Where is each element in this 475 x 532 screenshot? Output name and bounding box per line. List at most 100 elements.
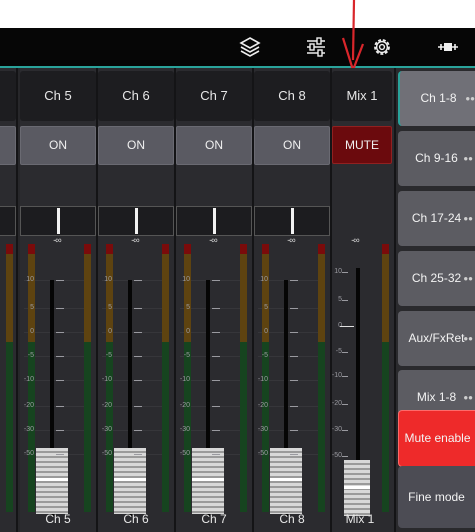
mix-fader-tick	[342, 376, 348, 377]
fader-scale-label: 0	[264, 328, 268, 335]
fader-knob[interactable]	[36, 448, 68, 514]
side-menu-aux-fxret[interactable]: Aux/FxRet ●●	[398, 311, 475, 366]
mix-scale-label: 10	[334, 268, 342, 275]
fader-tick	[290, 280, 298, 281]
fader-tick	[134, 380, 142, 381]
fader-scale-label: 5	[108, 304, 112, 311]
fader-tick	[56, 356, 64, 357]
fader-scale-label: -10	[179, 376, 190, 383]
toolbar	[0, 28, 475, 66]
mix-fader-tick	[340, 326, 354, 327]
mute-enable-button[interactable]: Mute enable	[398, 410, 475, 467]
level-readout: -∞	[209, 235, 217, 245]
side-menu-ch1-8[interactable]: Ch 1-8 ●●	[398, 71, 475, 126]
fader-scale-label: -30	[23, 426, 34, 433]
fader-tick	[212, 380, 220, 381]
fader-tick	[56, 454, 64, 455]
level-meter-partial	[6, 244, 13, 512]
level-meter	[162, 244, 169, 512]
fader-tick	[134, 454, 142, 455]
pan-control[interactable]	[176, 206, 252, 236]
fader-knob[interactable]	[114, 448, 146, 514]
layers-icon[interactable]	[237, 34, 263, 60]
channel-bottom-label: Ch 5	[45, 512, 71, 526]
fader-scale-label: 5	[264, 304, 268, 311]
fader-tick	[134, 308, 142, 309]
level-readout: -∞	[287, 235, 295, 245]
mute-button[interactable]: MUTE	[332, 126, 392, 164]
pan-control-partial[interactable]	[0, 206, 16, 236]
on-button-partial[interactable]	[0, 126, 16, 165]
fader-scale-label: -50	[101, 450, 112, 457]
level-readout: -∞	[131, 235, 139, 245]
side-menu-ch25-32[interactable]: Ch 25-32 ●●	[398, 251, 475, 306]
level-meter	[318, 244, 325, 512]
on-button[interactable]: ON	[98, 126, 174, 165]
fader-tick	[290, 356, 298, 357]
pan-control[interactable]	[98, 206, 174, 236]
fader-scale-label: -50	[257, 450, 268, 457]
fader-tick	[290, 430, 298, 431]
mix-level-readout: -∞	[351, 235, 359, 245]
channel-label[interactable]: Ch 7	[176, 71, 252, 121]
fader-scale-label: -30	[179, 426, 190, 433]
channel-label[interactable]: Ch 5	[20, 71, 96, 121]
fader-tick	[134, 280, 142, 281]
mix-scale-label: -5	[335, 348, 342, 355]
connector-icon[interactable]	[435, 34, 461, 60]
fader-tick	[56, 332, 64, 333]
mix-scale-label: -30	[331, 426, 342, 433]
fader-scale-label: -5	[261, 352, 268, 359]
fader-scale-label: -5	[183, 352, 190, 359]
fader-knob[interactable]	[270, 448, 302, 514]
fader-knob[interactable]	[192, 448, 224, 514]
fader-scale-label: -20	[101, 402, 112, 409]
pan-control[interactable]	[20, 206, 96, 236]
mix-scale-label: -10	[331, 372, 342, 379]
fader-scale-label: -30	[101, 426, 112, 433]
mix-fader-tick	[342, 404, 348, 405]
fader-scale-label: -30	[257, 426, 268, 433]
fader-scale-label: 10	[182, 276, 190, 283]
channel-label[interactable]: Ch 8	[254, 71, 330, 121]
mix-scale-label: -20	[331, 400, 342, 407]
fader-tick	[134, 356, 142, 357]
fader-tick	[290, 308, 298, 309]
on-button[interactable]: ON	[20, 126, 96, 165]
fader-scale-label: 10	[104, 276, 112, 283]
fine-mode-button[interactable]: Fine mode	[398, 466, 475, 528]
channel-strip-ch7: Ch 7 ON -∞ Ch 7 10 5 0 -5 -10 -20 -30 -50	[176, 68, 254, 532]
fader-tick	[290, 406, 298, 407]
fader-scale-label: -10	[101, 376, 112, 383]
fader-scale-label: -5	[27, 352, 34, 359]
fader-scale-label: -5	[105, 352, 112, 359]
mix-strip: Mix 1 MUTE -∞ Mix 1 1050-5-10-20-30-50	[332, 68, 396, 532]
fader-tick	[56, 280, 64, 281]
gear-icon[interactable]	[369, 34, 395, 60]
fader-tick	[290, 380, 298, 381]
mix-scale-label: 5	[338, 296, 342, 303]
side-menu-ch9-16[interactable]: Ch 9-16 ●●	[398, 131, 475, 186]
fader-scale-label: -10	[257, 376, 268, 383]
sliders-icon[interactable]	[303, 34, 329, 60]
side-menu: Ch 1-8 ●● Ch 9-16 ●● Ch 17-24 ●● Ch 25-32 ●●…	[396, 68, 475, 532]
channel-label[interactable]: Ch 6	[98, 71, 174, 121]
channel-strip-ch8: Ch 8 ON -∞ Ch 8 10 5 0 -5 -10 -20 -30 -50	[254, 68, 332, 532]
fader-scale-label: -20	[179, 402, 190, 409]
on-button[interactable]: ON	[176, 126, 252, 165]
mix-fader-tick	[342, 430, 348, 431]
fader-tick	[212, 332, 220, 333]
side-menu-ch17-24[interactable]: Ch 17-24 ●●	[398, 191, 475, 246]
pan-control[interactable]	[254, 206, 330, 236]
on-button[interactable]: ON	[254, 126, 330, 165]
mix-label[interactable]: Mix 1	[332, 71, 392, 121]
fader-scale-label: -50	[23, 450, 34, 457]
fader-tick	[290, 454, 298, 455]
level-meter	[84, 244, 91, 512]
mix-fader-knob[interactable]	[344, 460, 370, 516]
fader-tick	[212, 454, 220, 455]
mix-level-meter	[382, 244, 389, 512]
fader-scale-label: -20	[257, 402, 268, 409]
channel-bottom-label: Ch 8	[279, 512, 305, 526]
fader-tick	[56, 406, 64, 407]
